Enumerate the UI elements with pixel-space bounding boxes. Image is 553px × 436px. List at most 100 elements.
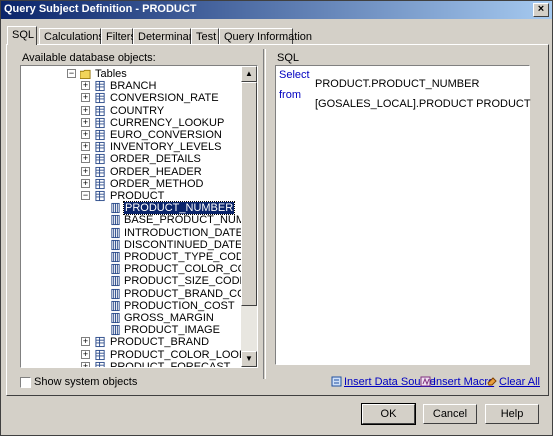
column-icon (111, 288, 120, 299)
tree-node-label: PRODUCT_TYPE_CODE (124, 251, 241, 263)
tree-node-label: PRODUCT_FORECAST (110, 360, 231, 367)
table-icon (95, 81, 105, 92)
cancel-button-label: Cancel (432, 408, 468, 420)
tab-sql-label: SQL (12, 29, 35, 41)
tree-node-label: BRANCH (110, 80, 157, 93)
ok-button[interactable]: OK (361, 403, 416, 425)
insert-macro-link[interactable]: Insert Macro (433, 376, 494, 388)
sql-select-keyword: Select (279, 69, 310, 81)
scroll-down-button[interactable]: ▼ (241, 351, 257, 367)
tree-node-label: EURO_CONVERSION (110, 129, 222, 141)
tree-node-label: PRODUCT_BRAND (110, 336, 210, 349)
tree-node-label: PRODUCTION_COST (124, 299, 235, 312)
title-bar[interactable]: Query Subject Definition - PRODUCT × (1, 1, 552, 19)
collapse-icon[interactable]: − (81, 191, 90, 200)
table-icon (95, 154, 105, 165)
tab-determinants[interactable]: Determinants (133, 28, 203, 44)
tree-content: − Tables + BRANCH + CONVERSION_RATE + COUNTRY… (21, 66, 241, 367)
folder-icon (80, 69, 91, 80)
tree-node-label: INVENTORY_LEVELS (110, 141, 222, 154)
column-icon (111, 203, 120, 214)
ok-button-label: OK (380, 408, 397, 420)
expand-icon[interactable]: + (81, 178, 90, 188)
column-icon (111, 276, 120, 287)
collapse-icon[interactable]: − (67, 69, 76, 78)
tree-vertical-scrollbar[interactable]: ▲ ▼ (241, 66, 257, 367)
expand-icon[interactable]: + (81, 117, 90, 127)
expand-icon[interactable]: + (81, 130, 90, 139)
expand-icon[interactable]: + (81, 361, 90, 367)
sql-from-expression: [GOSALES_LOCAL].PRODUCT PRODUCT (315, 98, 531, 110)
table-icon (95, 105, 105, 116)
tree-node-label: INTRODUCTION_DATE (124, 226, 241, 239)
scroll-thumb[interactable] (241, 82, 257, 306)
tab-filters[interactable]: Filters (101, 28, 136, 44)
tree-node-label: ORDER_DETAILS (110, 153, 201, 166)
table-icon (95, 337, 105, 348)
table-icon (95, 93, 105, 104)
column-icon (111, 251, 120, 263)
column-icon (111, 300, 120, 311)
table-icon (95, 349, 105, 360)
expand-icon[interactable]: + (81, 81, 90, 91)
help-button[interactable]: Help (485, 404, 539, 424)
expand-icon[interactable]: + (81, 154, 90, 164)
scroll-up-button[interactable]: ▲ (241, 66, 257, 82)
tree-node-label: GROSS_MARGIN (124, 312, 214, 324)
table-icon (95, 178, 105, 189)
table-icon (95, 129, 105, 141)
expand-icon[interactable]: + (81, 349, 90, 359)
dialog-window: Query Subject Definition - PRODUCT × SQL… (0, 0, 553, 436)
tab-filters-label: Filters (106, 31, 136, 43)
column-icon (111, 239, 120, 250)
sql-select-expression: PRODUCT.PRODUCT_NUMBER (315, 78, 480, 90)
table-icon (95, 190, 105, 202)
tab-test-label: Test (196, 31, 217, 43)
tree-node-label: CONVERSION_RATE (110, 92, 219, 105)
tree-node-label: PRODUCT_NUMBER (122, 201, 236, 216)
tree-node-label: BASE_PRODUCT_NUMBER (124, 214, 241, 227)
tree-node-label: Tables (95, 68, 127, 80)
available-objects-label: Available database objects: (22, 52, 156, 64)
tree-node-label: PRODUCT_SIZE_CODE (124, 275, 241, 288)
sql-editor[interactable]: Select PRODUCT.PRODUCT_NUMBER from [GOSA… (275, 65, 531, 365)
table-icon (95, 117, 105, 128)
pane-divider[interactable] (263, 49, 266, 379)
expand-icon[interactable]: + (81, 93, 90, 103)
tree-node-label: DISCONTINUED_DATE (124, 238, 241, 251)
help-button-label: Help (500, 408, 524, 420)
show-system-objects-checkbox[interactable] (20, 377, 31, 388)
tab-sql[interactable]: SQL (7, 26, 37, 45)
eraser-icon (487, 377, 497, 386)
insert-macro-icon (420, 376, 431, 387)
table-icon (95, 166, 105, 177)
column-icon (111, 325, 120, 336)
close-button[interactable]: × (533, 3, 549, 17)
tab-calculations[interactable]: Calculations (39, 28, 104, 44)
expand-icon[interactable]: + (81, 105, 90, 115)
table-icon (95, 142, 105, 153)
tab-test[interactable]: Test (191, 28, 219, 44)
tree-node-label: PRODUCT_IMAGE (124, 324, 220, 337)
tree-node-label: PRODUCT (110, 190, 165, 202)
tree-node-label: ORDER_METHOD (110, 177, 204, 190)
tab-query-information[interactable]: Query Information (219, 28, 312, 44)
column-icon (111, 264, 120, 275)
tree-node-label: COUNTRY (110, 104, 165, 117)
expand-icon[interactable]: + (81, 142, 90, 152)
show-system-objects-label: Show system objects (34, 376, 138, 388)
expand-icon[interactable]: + (81, 337, 90, 347)
database-objects-tree[interactable]: − Tables + BRANCH + CONVERSION_RATE + COUNTRY… (20, 65, 258, 368)
sql-from-keyword: from (279, 89, 301, 101)
cancel-button[interactable]: Cancel (423, 404, 477, 424)
insert-data-source-icon (331, 376, 342, 387)
tab-calculations-label: Calculations (44, 31, 104, 43)
tree-node-label: PRODUCT_COLOR_CODE (124, 263, 241, 276)
tree-node-label: ORDER_HEADER (110, 165, 202, 178)
tab-query-information-label: Query Information (224, 31, 313, 43)
tree-node-label: CURRENCY_LOOKUP (110, 116, 225, 129)
window-title: Query Subject Definition - PRODUCT (4, 3, 197, 15)
tree-node-label: PRODUCT_COLOR_LOOKUP (110, 348, 241, 361)
expand-icon[interactable]: + (81, 166, 90, 176)
clear-all-link[interactable]: Clear All (499, 376, 540, 388)
